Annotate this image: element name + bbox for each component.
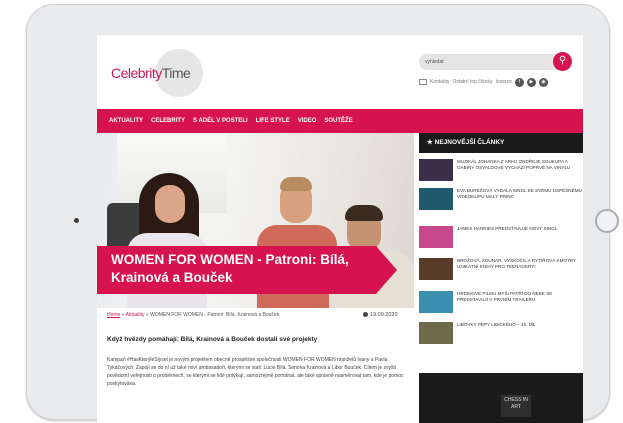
site-header: CelebrityTime vyhledat ⚲ Kontakty Ostatn…	[97, 35, 583, 109]
camera-icon	[74, 218, 79, 223]
sidebar-article-title[interactable]: James Harries představuje nový singl	[457, 226, 583, 232]
other-articles-link[interactable]: Ostatní top články	[452, 79, 492, 85]
logo-part-2: Time	[161, 65, 191, 81]
article-date: 19.09.2020	[363, 312, 398, 318]
search-box: vyhledat ⚲	[419, 52, 572, 71]
hero-person-3-hair	[345, 205, 383, 221]
sidebar-article-title[interactable]: Hrdinové filmu Myši patří do nebe se pře…	[457, 291, 583, 303]
sidebar-heading: ★ NEJNOVĚJŠÍ ČLÁNKY	[419, 133, 583, 153]
logo-part-1: Celebrity	[111, 65, 162, 81]
contacts-link[interactable]: Kontakty	[430, 79, 449, 85]
search-input[interactable]: vyhledat	[419, 54, 557, 70]
hero-person-1-face	[155, 185, 185, 223]
mail-icon	[419, 79, 427, 85]
article-thumbnail[interactable]	[419, 322, 453, 344]
clock-icon	[363, 312, 368, 318]
sidebar-article-item[interactable]: Brožová, Zounar, Vyskočil a rytířová kmo…	[419, 256, 583, 282]
advertising-link[interactable]: Inzerce	[496, 79, 512, 85]
nav-item-life-style[interactable]: LIFE STYLE	[256, 118, 290, 124]
breadcrumb-section[interactable]: Aktuality	[126, 312, 145, 318]
nav-item-souteze[interactable]: SOUTĚŽE	[324, 118, 352, 124]
sidebar-article-item[interactable]: Eva Burešová vydala singl ke svému úspěš…	[419, 186, 583, 212]
main-navigation: AKTUALITY CELEBRITY S ADÉL V POSTELI LIF…	[97, 109, 583, 133]
sidebar-article-item[interactable]: James Harries představuje nový singl	[419, 224, 583, 250]
article-title: WOMEN FOR WOMEN - Patroni: Bílá, Krainov…	[111, 252, 349, 285]
article-thumbnail[interactable]	[419, 258, 453, 280]
sidebar: ★ NEJNOVĚJŠÍ ČLÁNKY Muzikál Johanka z Ar…	[419, 133, 583, 423]
article-thumbnail[interactable]	[419, 226, 453, 248]
browser-screen: CelebrityTime vyhledat ⚲ Kontakty Ostatn…	[97, 35, 583, 423]
article-body: Kampaň #HasKterýleSlyset je novým projek…	[107, 357, 404, 387]
sidebar-article-title[interactable]: Libovky Pepy Libického – 15. díl	[457, 322, 583, 328]
sidebar-heading-text: NEJNOVĚJŠÍ ČLÁNKY	[434, 139, 505, 146]
sidebar-article-title[interactable]: Eva Burešová vydala singl ke svému úspěš…	[457, 188, 583, 200]
breadcrumb: Home » Aktuality » WOMEN FOR WOMEN - Pat…	[107, 312, 407, 322]
logo-text: CelebrityTime	[111, 65, 191, 81]
article-date-value: 19.09.2020	[370, 312, 398, 318]
article-title-banner: WOMEN FOR WOMEN - Patroni: Bílá, Krainov…	[97, 246, 397, 294]
youtube-icon[interactable]: ▶	[526, 77, 536, 87]
breadcrumb-home[interactable]: Home	[107, 312, 120, 318]
nav-item-aktuality[interactable]: AKTUALITY	[109, 118, 143, 124]
nav-item-video[interactable]: VIDEO	[298, 118, 317, 124]
chess-in-art-ad-text: CHESS IN ART	[501, 395, 531, 417]
article-thumbnail[interactable]	[419, 188, 453, 210]
breadcrumb-current: » WOMEN FOR WOMEN - Patroni: Bílá, Krain…	[144, 312, 280, 318]
sidebar-advertisement[interactable]: CHESS IN ART	[419, 373, 583, 423]
hero-person-2-hair	[280, 177, 312, 191]
home-button[interactable]	[595, 209, 619, 233]
sidebar-article-item[interactable]: Muzikál Johanka z Arku Ondřeje Soukupa a…	[419, 157, 583, 183]
article-thumbnail[interactable]	[419, 159, 453, 181]
search-icon[interactable]: ⚲	[553, 52, 572, 71]
sidebar-article-item[interactable]: Hrdinové filmu Myši patří do nebe se pře…	[419, 289, 583, 315]
facebook-icon[interactable]: f	[514, 77, 524, 87]
tablet-frame: CelebrityTime vyhledat ⚲ Kontakty Ostatn…	[26, 4, 619, 423]
instagram-icon[interactable]: ◉	[538, 77, 548, 87]
sidebar-article-title[interactable]: Muzikál Johanka z Arku Ondřeje Soukupa a…	[457, 159, 583, 171]
article-thumbnail[interactable]	[419, 291, 453, 313]
site-logo[interactable]: CelebrityTime	[111, 49, 206, 97]
nav-item-s-adel-v-posteli[interactable]: S ADÉL V POSTELI	[193, 118, 248, 124]
nav-item-celebrity[interactable]: CELEBRITY	[151, 118, 185, 124]
sidebar-article-title[interactable]: Brožová, Zounar, Vyskočil a rytířová kmo…	[457, 258, 583, 270]
article-subtitle: Když hvězdy pomáhají: Bílá, Krainová a B…	[107, 336, 318, 343]
sidebar-article-item[interactable]: Libovky Pepy Libického – 15. díl	[419, 320, 583, 346]
header-links: Kontakty Ostatní top články Inzerce f ▶ …	[419, 77, 548, 87]
